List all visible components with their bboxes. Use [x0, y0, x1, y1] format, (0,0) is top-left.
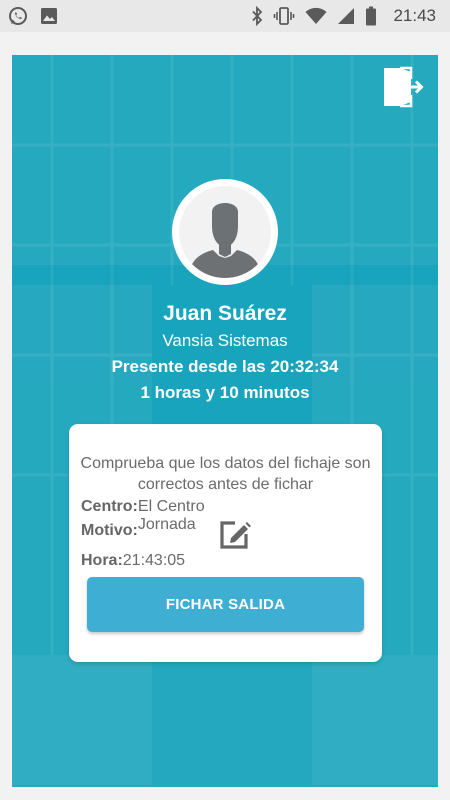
hora-label: Hora: — [81, 552, 123, 569]
wifi-icon — [305, 7, 327, 24]
motivo-value: Jornada — [137, 516, 196, 533]
whatsapp-icon — [9, 7, 27, 25]
status-right-icons: 21:43 — [251, 6, 442, 26]
signal-icon — [338, 8, 355, 24]
presence-since: Presente desde las 20:32:34 — [111, 357, 339, 376]
field-centro: Centro:El Centro — [81, 498, 205, 516]
bluetooth-icon — [252, 6, 263, 26]
motivo-label: Motivo: — [81, 522, 138, 539]
vibrate-icon — [274, 7, 295, 25]
field-hora: Hora:21:43:05 — [81, 552, 185, 570]
status-left-icons — [8, 6, 58, 26]
edit-motivo-button[interactable] — [219, 518, 251, 550]
person-avatar-icon — [189, 203, 261, 278]
presence-duration: 1 horas y 10 minutos — [140, 383, 310, 402]
user-name: Juan Suárez — [163, 302, 287, 325]
logout-icon — [384, 66, 424, 108]
background-building-image — [12, 55, 438, 787]
edit-icon — [220, 521, 251, 549]
centro-value: El Centro — [137, 498, 205, 515]
logout-button[interactable] — [380, 65, 424, 109]
user-company: Vansia Sistemas — [162, 331, 288, 350]
clock-out-card: Comprueba que los datos del fichaje son … — [69, 424, 382, 662]
field-motivo: Motivo:Jornada — [81, 516, 196, 540]
main-panel: Juan Suárez Vansia Sistemas Presente des… — [12, 55, 438, 787]
image-icon — [41, 8, 57, 24]
status-bar: 21:43 — [0, 0, 450, 32]
confirm-message: Comprueba que los datos del fichaje son … — [80, 455, 371, 493]
battery-icon — [366, 6, 377, 26]
centro-label: Centro: — [81, 498, 138, 515]
user-avatar — [172, 179, 278, 285]
status-time: 21:43 — [393, 6, 436, 25]
hora-value: 21:43:05 — [122, 552, 186, 569]
clock-out-button[interactable]: FICHAR SALIDA — [87, 577, 364, 632]
